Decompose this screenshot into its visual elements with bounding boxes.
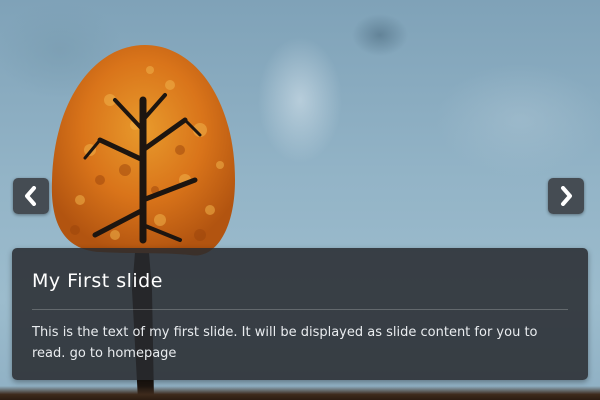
slide-body: This is the text of my first slide. It w… (32, 322, 568, 364)
slide-title: My First slide (32, 270, 163, 292)
homepage-link[interactable]: go to homepage (70, 346, 177, 361)
chevron-right-icon (561, 186, 572, 206)
slide-caption: My First slide This is the text of my fi… (12, 248, 588, 380)
caption-divider (32, 309, 568, 310)
next-slide-button[interactable] (548, 178, 584, 214)
previous-slide-button[interactable] (13, 178, 49, 214)
chevron-left-icon (25, 186, 36, 206)
ground-strip (0, 386, 600, 400)
